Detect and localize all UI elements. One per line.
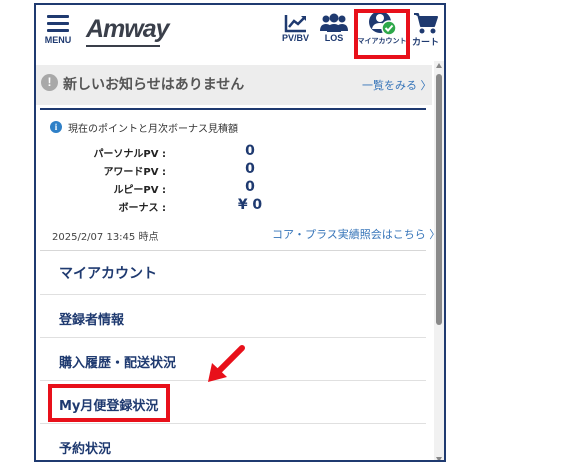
- points-heading: 現在のポイントと月次ボーナス見積額: [68, 124, 238, 135]
- exclamation-icon: !: [41, 74, 58, 91]
- core-plus-link[interactable]: コア・プラス実績照会はこちら 〉: [272, 226, 440, 242]
- menu-item-label: 予約状況: [59, 442, 112, 457]
- points-card: i 現在のポイントと月次ボーナス見積額 パーソナルPV : 0 アワードPV :…: [40, 110, 440, 245]
- notice-list-link[interactable]: 一覧をみる 〉: [362, 77, 432, 93]
- rupee-pv-label: ルピーPV :: [113, 185, 166, 196]
- award-pv-value: 0: [245, 161, 255, 177]
- los-button[interactable]: LOS: [319, 13, 349, 43]
- scroll-down-icon[interactable]: [436, 457, 442, 460]
- app-header: MENU Amway PV/BV LOS マイアカウント カート: [36, 5, 444, 61]
- menu-item-label: 購入履歴・配送状況: [59, 356, 177, 371]
- personal-pv-value: 0: [245, 143, 255, 159]
- menu-item-label: 登録者情報: [59, 313, 125, 328]
- hamburger-icon: [47, 15, 69, 32]
- red-arrow-annotation: [208, 345, 245, 382]
- amway-logo[interactable]: Amway: [86, 15, 170, 44]
- menu-label: MENU: [44, 35, 72, 45]
- account-highlight-box: [354, 9, 410, 59]
- rupee-pv-value: 0: [245, 179, 255, 195]
- section-title-text: マイアカウント: [59, 266, 157, 282]
- monthly-delivery-highlight-box: [48, 384, 170, 422]
- award-pv-label: アワードPV :: [103, 167, 166, 178]
- cart-button[interactable]: カート: [412, 11, 439, 48]
- bonus-value: ¥ 0: [237, 197, 263, 213]
- menu-item-reservation-status[interactable]: 予約状況: [40, 423, 426, 460]
- line-chart-icon: [284, 15, 306, 33]
- group-icon: [320, 13, 348, 32]
- menu-item-registrant-info[interactable]: 登録者情報: [40, 294, 426, 337]
- scrollbar-thumb[interactable]: [436, 74, 442, 325]
- cart-label: カート: [412, 37, 440, 47]
- scroll-up-icon[interactable]: [436, 63, 442, 68]
- bonus-label: ボーナス :: [118, 203, 166, 214]
- cart-icon: [413, 13, 438, 34]
- personal-pv-label: パーソナルPV :: [93, 149, 166, 160]
- notice-text: 新しいお知らせはありません: [63, 77, 245, 93]
- my-account-section-title: マイアカウント: [40, 251, 426, 293]
- los-label: LOS: [324, 33, 344, 43]
- pvbv-label: PV/BV: [282, 33, 310, 43]
- menu-button[interactable]: MENU: [40, 13, 76, 57]
- mobile-frame: MENU Amway PV/BV LOS マイアカウント カート ! 新しいお知…: [34, 3, 446, 462]
- pvbv-button[interactable]: PV/BV: [282, 13, 309, 43]
- logo-underline: [86, 45, 160, 47]
- notice-bar: ! 新しいお知らせはありません 一覧をみる 〉: [36, 65, 432, 105]
- info-icon: i: [50, 121, 62, 133]
- points-timestamp: 2025/2/07 13:45 時点: [52, 232, 159, 243]
